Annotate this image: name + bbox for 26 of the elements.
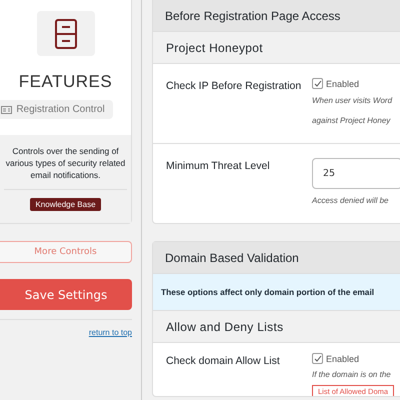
- feature-tag: Registration Control: [0, 100, 113, 119]
- help-text: against Project Honey: [312, 115, 390, 127]
- setting-label: Check domain Allow List: [166, 354, 281, 369]
- setting-label: Minimum Threat Level: [166, 159, 271, 174]
- features-title: FEATURES: [18, 72, 112, 92]
- input-field[interactable]: 25: [312, 158, 400, 189]
- setting-label: Check IP Before Registration: [166, 79, 302, 94]
- checkbox[interactable]: [312, 78, 323, 89]
- save-settings-button[interactable]: Save Settings: [0, 279, 132, 310]
- more-controls-button[interactable]: More Controls: [0, 241, 132, 263]
- section-header: Before Registration Page Access: [153, 0, 400, 32]
- subsection-header: Project Honeypot: [153, 32, 400, 64]
- return-to-top-link[interactable]: return to top: [88, 328, 132, 337]
- id-card-icon: [1, 106, 12, 114]
- help-text: When user visits Word: [312, 95, 392, 107]
- help-text: If the domain is on the: [312, 369, 391, 381]
- help-text: Access denied will be: [312, 195, 388, 207]
- section-header: Domain Based Validation: [153, 242, 400, 274]
- subsection-header: Allow and Deny Lists: [153, 311, 400, 343]
- info-banner: These options affect only domain portion of the email: [153, 274, 400, 311]
- feature-description: Controls over the sending of various types of security related email notifications.: [4, 145, 126, 181]
- checkbox-label: Enabled: [326, 354, 360, 364]
- checkbox-label: Enabled: [326, 78, 360, 88]
- cabinet-icon: [54, 18, 76, 48]
- checkbox[interactable]: [312, 353, 323, 364]
- knowledge-base-link[interactable]: Knowledge Base: [30, 198, 101, 211]
